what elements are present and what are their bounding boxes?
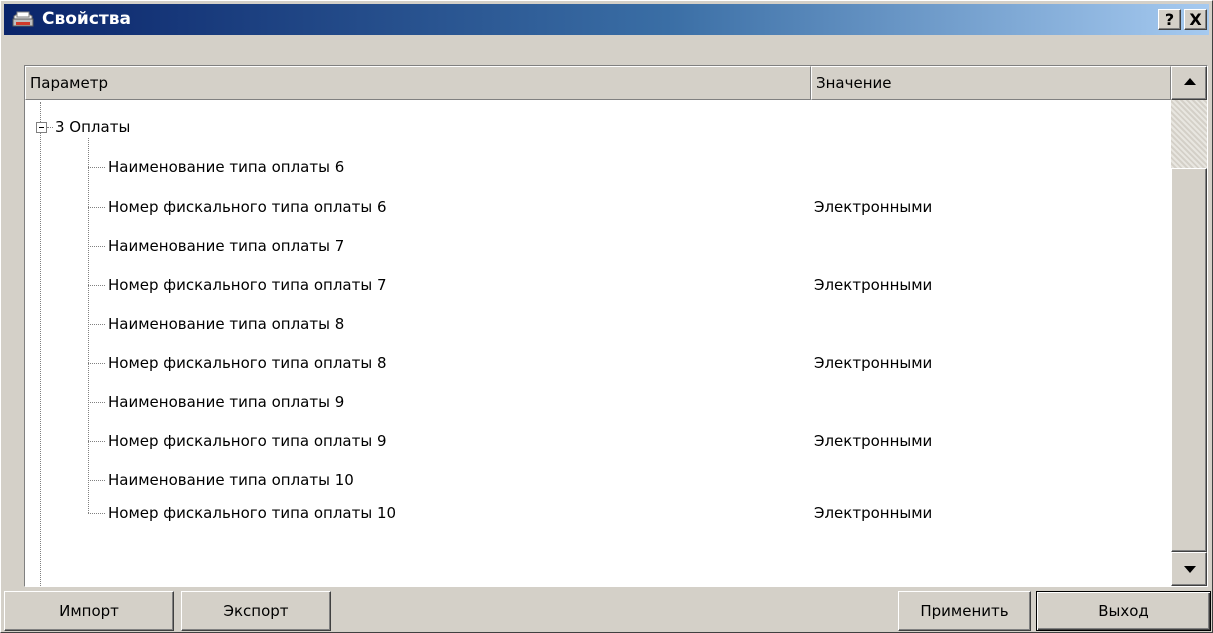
scroll-up-button[interactable] (1171, 66, 1207, 100)
column-header-parameter[interactable]: Параметр (25, 66, 811, 100)
tree-root-line (40, 102, 41, 586)
exit-button[interactable]: Выход (1036, 591, 1211, 631)
tree-group-label[interactable]: 3 Оплаты (55, 117, 130, 137)
row-param[interactable]: Наименование типа оплаты 7 (108, 236, 344, 256)
arrow-up-icon (1184, 78, 1196, 85)
row-param[interactable]: Номер фискального типа оплаты 7 (108, 275, 387, 295)
tree-collapse-icon[interactable] (36, 122, 47, 133)
printer-icon (12, 11, 34, 27)
export-button[interactable]: Экспорт (181, 591, 331, 631)
tree-row-connector (88, 167, 105, 168)
row-value[interactable]: Электронными (814, 503, 932, 523)
tree-row-connector (88, 285, 105, 286)
title-bar[interactable]: Свойства ? X (4, 4, 1209, 35)
tree-row-connector (88, 480, 105, 481)
close-button[interactable]: X (1184, 9, 1207, 30)
tree-row-connector (88, 324, 105, 325)
window-title: Свойства (42, 9, 131, 29)
properties-grid: Параметр Значение 3 Оплаты Наименование … (24, 65, 1208, 587)
row-param[interactable]: Наименование типа оплаты 9 (108, 392, 344, 412)
tree-group-connector (47, 127, 53, 128)
tree-row-connector (88, 513, 105, 514)
import-button[interactable]: Импорт (4, 591, 174, 631)
row-param[interactable]: Номер фискального типа оплаты 9 (108, 431, 387, 451)
tree-row-connector (88, 441, 105, 442)
scrollbar-thumb[interactable] (1171, 168, 1207, 552)
tree-branch-line (88, 138, 89, 513)
row-param[interactable]: Наименование типа оплаты 8 (108, 314, 344, 334)
row-param[interactable]: Номер фискального типа оплаты 10 (108, 503, 396, 523)
tree-row-connector (88, 207, 105, 208)
row-param[interactable]: Наименование типа оплаты 6 (108, 157, 344, 177)
apply-button[interactable]: Применить (898, 591, 1031, 631)
row-value[interactable]: Электронными (814, 197, 932, 217)
row-value[interactable]: Электронными (814, 431, 932, 451)
row-value[interactable]: Электронными (814, 353, 932, 373)
row-param[interactable]: Номер фискального типа оплаты 8 (108, 353, 387, 373)
tree-row-connector (88, 363, 105, 364)
properties-window: Свойства ? X Параметр Значение 3 Оплаты … (0, 0, 1213, 633)
tree-row-connector (88, 246, 105, 247)
row-value[interactable]: Электронными (814, 275, 932, 295)
row-param[interactable]: Номер фискального типа оплаты 6 (108, 197, 387, 217)
scroll-down-button[interactable] (1171, 552, 1207, 586)
row-param[interactable]: Наименование типа оплаты 10 (108, 470, 354, 490)
arrow-down-icon (1184, 566, 1196, 573)
vertical-scrollbar[interactable] (1171, 66, 1207, 586)
tree-row-connector (88, 402, 105, 403)
help-button[interactable]: ? (1158, 9, 1181, 30)
column-header-value[interactable]: Значение (811, 66, 1171, 100)
